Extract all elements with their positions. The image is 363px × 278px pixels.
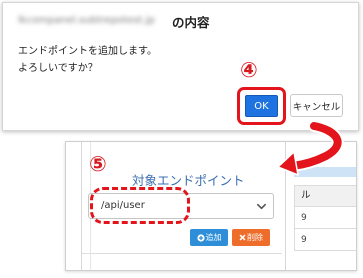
ok-button[interactable]: OK: [245, 95, 278, 117]
blurred-hostname: lkcompanel.subtrepotest.jp: [18, 15, 155, 26]
step-number-4: ④: [240, 58, 258, 82]
step-number-5: ⑤: [89, 152, 107, 176]
add-endpoint-button[interactable]: 追加: [190, 229, 228, 246]
delete-endpoint-label: 削除: [247, 233, 263, 242]
cancel-button[interactable]: キャンセル: [290, 94, 343, 117]
add-endpoint-label: 追加: [205, 233, 222, 242]
dialog-message-line2: よろしいですか？: [18, 63, 98, 74]
dialog-title-suffix: の内容: [172, 14, 210, 30]
chevron-down-icon: [257, 203, 266, 210]
panel-divider: [81, 142, 82, 270]
plus-circle-icon: [196, 233, 205, 242]
curved-arrow-icon: [277, 120, 344, 176]
table-header-cell: ル: [294, 185, 356, 207]
delete-endpoint-button[interactable]: 削除: [232, 229, 270, 246]
dialog-message-line1: エンドポイントを追加します。: [18, 46, 157, 57]
close-icon: [239, 234, 246, 241]
table-row: 9: [294, 229, 356, 251]
form-separator: [82, 253, 282, 254]
endpoint-highlight-ring: [90, 187, 190, 224]
table-row: 9: [294, 207, 356, 229]
dialog-title: lkcompanel.subtrepotest.jp の内容: [18, 12, 210, 30]
